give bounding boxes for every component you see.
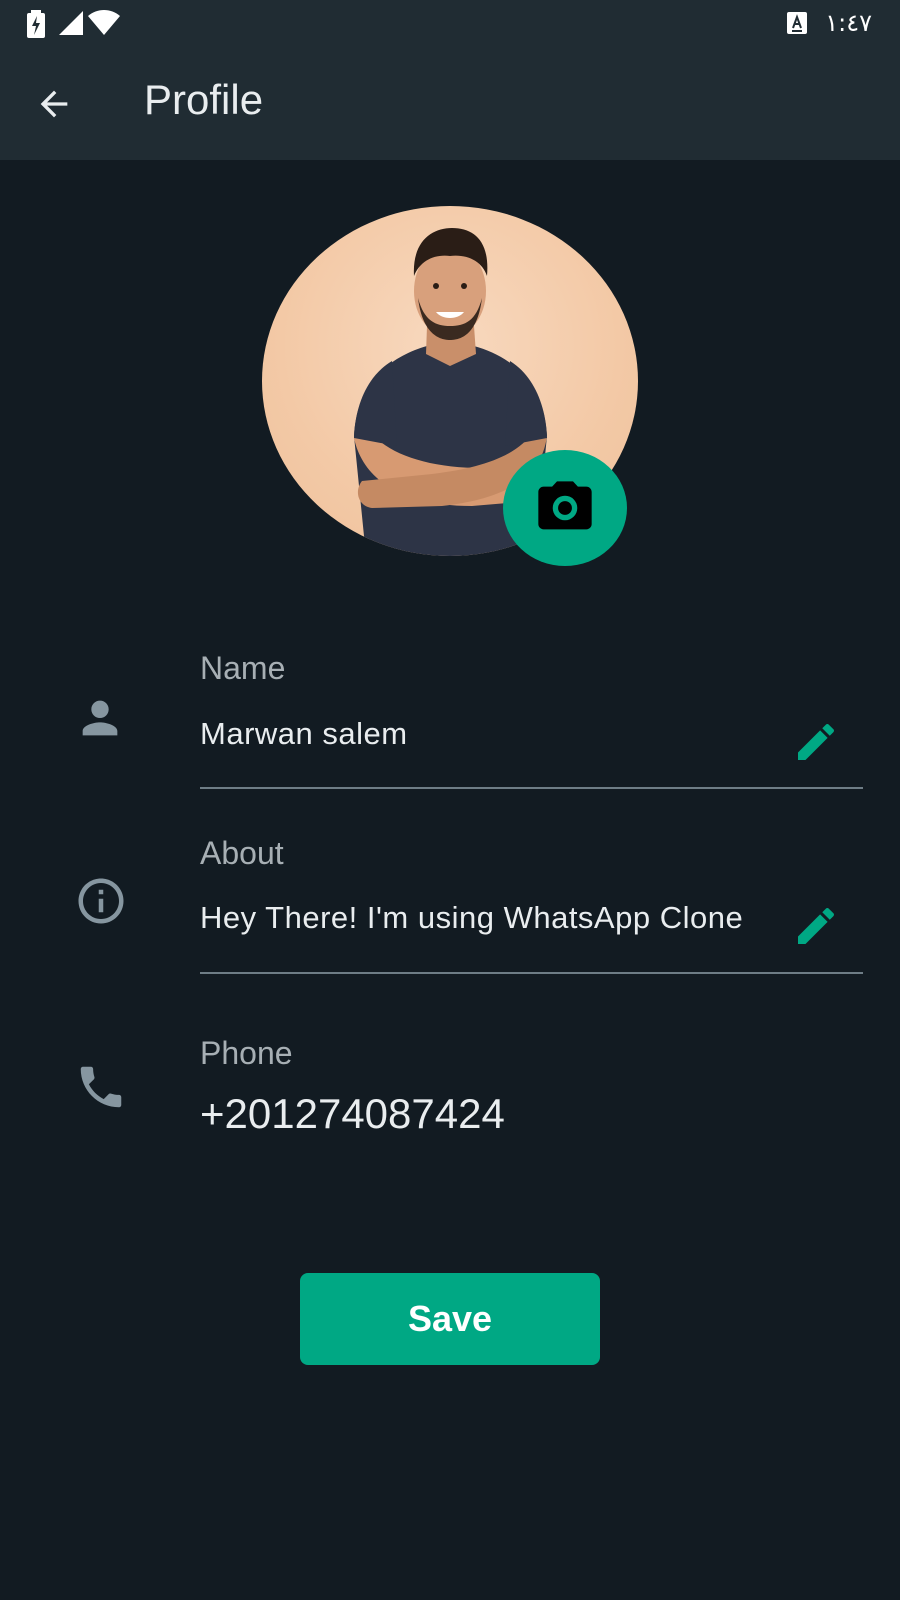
avatar-section [262,206,638,566]
about-underline [200,972,863,974]
about-value: Hey There! I'm using WhatsApp Clone [200,900,744,935]
pencil-icon[interactable] [792,902,840,950]
arrow-back-icon[interactable] [34,84,74,124]
page-title: Profile [144,76,264,123]
back-button[interactable] [22,80,92,128]
change-photo-button[interactable] [503,450,627,566]
phone-label: Phone [200,1035,293,1071]
pencil-icon[interactable] [792,718,840,766]
info-icon [78,878,124,924]
battery-charging-icon [27,10,45,38]
name-underline [200,787,863,789]
person-icon [82,700,118,736]
about-label: About [200,835,284,871]
wifi-icon [88,10,120,35]
camera-icon[interactable] [533,476,597,540]
status-time: ١:٤٧ [825,9,872,37]
status-bar: ١:٤٧ [0,0,900,48]
name-label: Name [200,650,286,686]
name-value: Marwan salem [200,716,408,751]
cell-signal-icon [59,11,83,35]
phone-value: +201274087424 [200,1090,505,1137]
app-bar: Profile [0,48,900,160]
save-button[interactable]: Save [300,1273,600,1365]
phone-icon [80,1066,122,1108]
keyboard-input-icon [787,12,807,34]
